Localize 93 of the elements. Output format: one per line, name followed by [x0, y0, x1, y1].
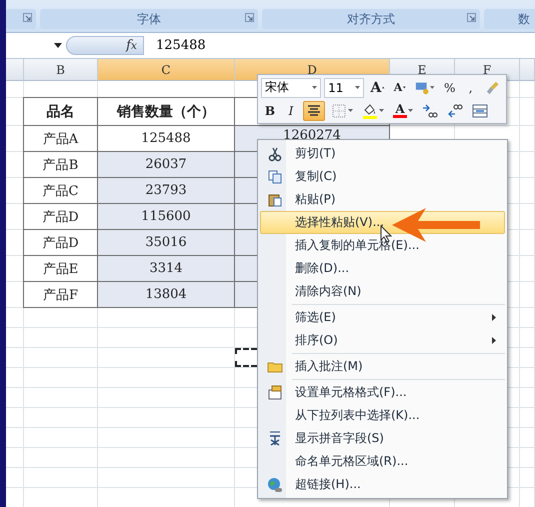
- fill-color-icon: [362, 102, 378, 118]
- ribbon-group-label: 字体: [137, 10, 161, 28]
- font-color-button[interactable]: A: [390, 100, 416, 120]
- column-header[interactable]: B: [24, 59, 98, 81]
- table-header: 品名: [23, 97, 98, 126]
- caret-icon: [355, 86, 360, 89]
- grid-cell[interactable]: [520, 230, 535, 256]
- grid-cell[interactable]: [520, 308, 535, 328]
- grid-cell[interactable]: [98, 408, 235, 428]
- grid-cell[interactable]: [520, 178, 535, 204]
- bold-button[interactable]: B: [261, 100, 279, 120]
- grid-cell[interactable]: [24, 428, 98, 448]
- grid-cell[interactable]: [520, 368, 535, 388]
- table-cell[interactable]: 13804: [97, 281, 235, 308]
- grid-cell[interactable]: [24, 408, 98, 428]
- caret-icon: [403, 86, 406, 89]
- grid-cell[interactable]: [520, 126, 535, 152]
- grid-cell[interactable]: [520, 152, 535, 178]
- menu-item[interactable]: 粘贴(P): [260, 188, 505, 211]
- menu-item[interactable]: 设置单元格格式(F)...: [260, 381, 505, 404]
- grid-cell[interactable]: [520, 348, 535, 368]
- grid-cell[interactable]: [520, 448, 535, 468]
- column-header[interactable]: [520, 59, 535, 81]
- formula-value[interactable]: 125488: [144, 38, 206, 53]
- menu-item[interactable]: 剪切(T): [260, 142, 505, 165]
- dialog-launcher-icon[interactable]: [245, 13, 254, 22]
- menu-item[interactable]: 从下拉列表中选择(K)...: [260, 404, 505, 427]
- select-all-corner[interactable]: [6, 59, 24, 81]
- grid-cell[interactable]: [520, 98, 535, 126]
- number-format-icon: [414, 80, 430, 96]
- grid-cell[interactable]: [98, 368, 235, 388]
- grid-cell[interactable]: [98, 468, 235, 488]
- table-cell[interactable]: 23793: [97, 177, 235, 204]
- scissors-icon: [267, 146, 283, 162]
- grid-cell[interactable]: [24, 328, 98, 348]
- grid-cell[interactable]: [98, 328, 235, 348]
- merge-cells-icon: [472, 102, 488, 118]
- grid-cell[interactable]: [24, 348, 98, 368]
- decrease-decimal-icon: [447, 102, 463, 118]
- grid-cell[interactable]: [520, 81, 535, 98]
- grid-cell[interactable]: [24, 368, 98, 388]
- menu-item[interactable]: 插入批注(M): [260, 355, 505, 378]
- menu-item[interactable]: 排序(O): [260, 329, 505, 352]
- dialog-launcher-icon[interactable]: [467, 13, 476, 22]
- clipboard-icon: [267, 192, 283, 208]
- grid-cell[interactable]: [24, 468, 98, 488]
- grid-cell[interactable]: [520, 468, 535, 488]
- grid-cell[interactable]: [24, 388, 98, 408]
- grid-cell[interactable]: [520, 328, 535, 348]
- grid-cell[interactable]: [98, 348, 235, 368]
- menu-item[interactable]: 复制(C): [260, 165, 505, 188]
- grid-cell[interactable]: [98, 308, 235, 328]
- pinyin-icon: [267, 430, 283, 446]
- menu-item[interactable]: 显示拼音字段(S): [260, 427, 505, 450]
- grid-cell[interactable]: [98, 428, 235, 448]
- grid-cell[interactable]: [520, 388, 535, 408]
- format-cells-icon: [267, 384, 283, 400]
- ribbon-group-label: 对齐方式: [347, 10, 395, 28]
- globe-icon: [267, 476, 283, 492]
- column-header[interactable]: C: [98, 59, 235, 81]
- grid-cell[interactable]: [520, 282, 535, 308]
- font-size-field[interactable]: 11: [324, 78, 364, 98]
- italic-button[interactable]: I: [282, 100, 300, 120]
- grid-cell[interactable]: [520, 204, 535, 230]
- dropdown-icon[interactable]: [54, 43, 62, 48]
- caret-icon: [382, 86, 385, 89]
- table-cell[interactable]: 26037: [97, 151, 235, 178]
- menu-item[interactable]: 筛选(E): [260, 306, 505, 329]
- ribbon-group-label: 数: [518, 10, 530, 28]
- grid-cell[interactable]: [24, 448, 98, 468]
- menu-item[interactable]: 清除内容(N): [260, 280, 505, 303]
- table-cell[interactable]: 115600: [97, 203, 235, 230]
- increase-decimal-icon: [422, 102, 438, 118]
- menu-item[interactable]: 删除(D)...: [260, 257, 505, 280]
- table-cell[interactable]: 3314: [97, 255, 235, 282]
- align-center-icon: [306, 102, 322, 118]
- table-cell: 1260274: [283, 128, 341, 143]
- brush-icon: [486, 80, 500, 96]
- dialog-launcher-icon[interactable]: [23, 13, 32, 22]
- menu-item[interactable]: 超链接(H)...: [260, 473, 505, 496]
- grid-cell[interactable]: [24, 308, 98, 328]
- menu-item[interactable]: 命名单元格区域(R)...: [260, 450, 505, 473]
- grid-cell[interactable]: [98, 448, 235, 468]
- grid-cell[interactable]: [520, 408, 535, 428]
- center-button[interactable]: [303, 100, 325, 120]
- grid-cell[interactable]: [520, 256, 535, 282]
- font-name-field[interactable]: 宋体: [261, 78, 322, 98]
- pages-icon: [267, 168, 283, 184]
- grid-cell[interactable]: [520, 428, 535, 448]
- caret-icon: [312, 86, 318, 89]
- borders-icon: [331, 102, 347, 118]
- grid-cell[interactable]: [98, 388, 235, 408]
- table-cell[interactable]: 35016: [97, 229, 235, 256]
